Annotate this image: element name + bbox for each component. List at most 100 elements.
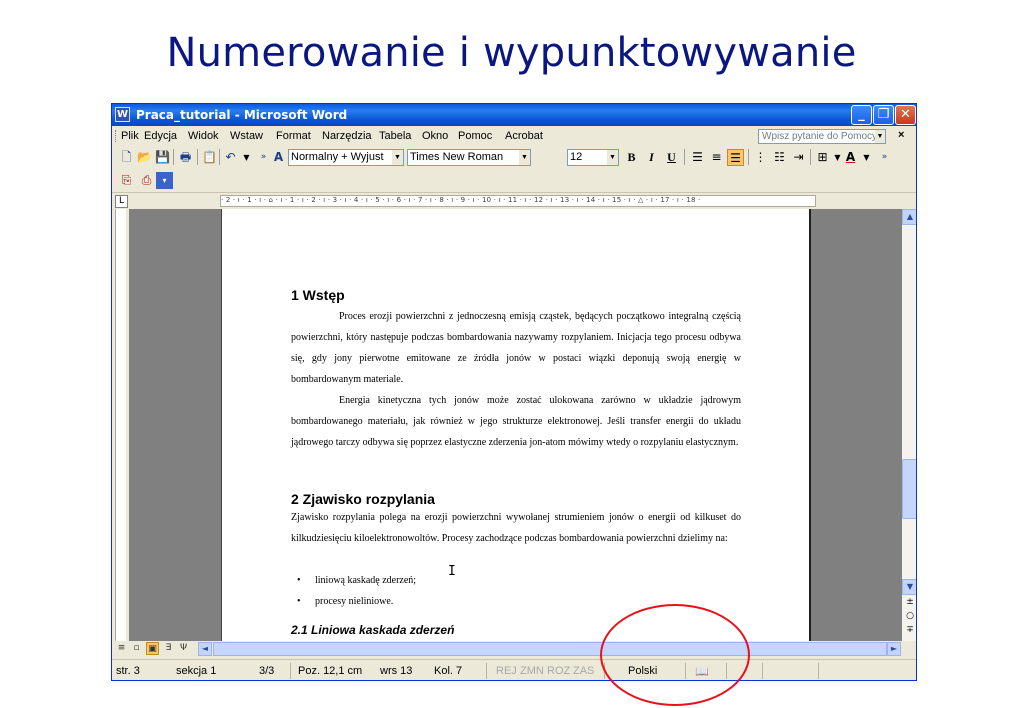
bullet-list: • liniową kaskadę zderzeń; • procesy nieli… xyxy=(297,570,416,612)
print-icon[interactable]: 🖶 xyxy=(177,149,194,166)
menu-wstaw[interactable]: Wstaw xyxy=(230,130,263,142)
vertical-scrollbar[interactable]: ▲ ▼ ± ○ ∓ xyxy=(902,209,916,641)
font-size-dropdown-icon[interactable]: ▼ xyxy=(607,150,618,165)
style-select[interactable]: Normalny + Wyjust ▼ xyxy=(288,149,404,166)
pdf-email-icon[interactable]: ⎙ xyxy=(138,172,155,189)
list-item-text: procesy nieliniowe. xyxy=(315,596,394,607)
font-color-dropdown-icon[interactable]: ▼ xyxy=(858,149,875,166)
horizontal-ruler[interactable]: L · 2 · ı · 1 · ı · ⌂ · ı · 1 · ı · 2 · … xyxy=(112,192,916,209)
font-value: Times New Roman xyxy=(410,151,504,163)
new-document-icon[interactable]: 🗋 xyxy=(118,149,135,166)
list-item: • liniową kaskadę zderzeń; xyxy=(297,570,416,591)
style-dropdown-icon[interactable]: ▼ xyxy=(392,150,403,165)
scroll-right-icon[interactable]: ► xyxy=(887,642,901,656)
increase-indent-icon[interactable]: ⇥ xyxy=(790,149,807,166)
status-record-macro[interactable]: REJ xyxy=(496,665,517,677)
scroll-up-icon[interactable]: ▲ xyxy=(902,209,916,225)
list-item: • procesy nieliniowe. xyxy=(297,591,416,612)
menu-grip[interactable] xyxy=(115,130,117,142)
scroll-down-icon[interactable]: ▼ xyxy=(902,579,916,595)
open-folder-icon[interactable]: 📂 xyxy=(136,149,153,166)
italic-button[interactable]: I xyxy=(643,149,660,166)
outline-view-icon[interactable]: ∃ xyxy=(162,642,175,655)
ruler-scale[interactable]: · 2 · ı · 1 · ı · ⌂ · ı · 1 · ı · 2 · ı … xyxy=(220,195,816,207)
font-select[interactable]: Times New Roman ▼ xyxy=(407,149,531,166)
status-divider xyxy=(290,663,291,679)
align-left-icon[interactable]: ☰ xyxy=(689,149,706,166)
vertical-ruler[interactable] xyxy=(112,209,129,641)
menu-pomoc[interactable]: Pomoc xyxy=(458,130,492,142)
next-page-icon[interactable]: ∓ xyxy=(902,625,916,637)
status-page-count: 3/3 xyxy=(259,665,275,677)
scroll-thumb[interactable] xyxy=(902,459,916,519)
menu-edycja[interactable]: Edycja xyxy=(144,130,177,142)
previous-page-icon[interactable]: ± xyxy=(902,597,916,609)
numbering-icon[interactable]: ⋮ xyxy=(752,149,769,166)
menu-okno[interactable]: Okno xyxy=(422,130,448,142)
close-document-button[interactable]: × xyxy=(898,129,904,141)
paste-icon[interactable]: 📋 xyxy=(201,149,218,166)
document-page[interactable]: 1 Wstęp Proces erozji powierzchni z jedn… xyxy=(221,209,811,641)
convert-to-pdf-icon[interactable]: ⎘ xyxy=(118,172,135,189)
close-button[interactable]: ✕ xyxy=(895,105,916,125)
status-extend[interactable]: ROZ xyxy=(547,665,570,677)
save-icon[interactable]: 💾 xyxy=(154,149,171,166)
bullet-icon: • xyxy=(297,596,301,607)
undo-icon[interactable]: ↶ xyxy=(222,149,239,166)
restore-button[interactable]: ❐ xyxy=(873,105,894,125)
slide-title: Numerowanie i wypunktowywanie xyxy=(166,30,857,76)
font-size-value: 12 xyxy=(570,151,583,163)
title-bar: W Praca_tutorial - Microsoft Word _ ❐ ✕ xyxy=(112,104,916,126)
justify-icon[interactable]: ☰ xyxy=(727,149,744,166)
word-window: W Praca_tutorial - Microsoft Word _ ❐ ✕ … xyxy=(111,103,917,681)
bullets-icon[interactable]: ☷ xyxy=(771,149,788,166)
paragraph-2-text: Zjawisko rozpylania polega na erozji pow… xyxy=(291,512,741,544)
paragraph-1a-text: Proces erozji powierzchni z jednoczesną … xyxy=(291,311,741,385)
style-value: Normalny + Wyjust xyxy=(291,151,384,163)
styles-pane-icon[interactable]: A xyxy=(270,149,287,166)
undo-dropdown-icon[interactable]: ▼ xyxy=(238,149,255,166)
status-page: str. 3 xyxy=(116,665,140,677)
align-center-icon[interactable]: ≡ xyxy=(708,149,725,166)
normal-view-icon[interactable]: ≡ xyxy=(115,642,128,655)
toolbar-separator xyxy=(810,149,811,165)
font-dropdown-icon[interactable]: ▼ xyxy=(519,150,530,165)
menu-plik[interactable]: Plik xyxy=(121,130,139,142)
menu-acrobat[interactable]: Acrobat xyxy=(505,130,543,142)
highlight-circle-annotation xyxy=(600,604,750,706)
underline-button[interactable]: U xyxy=(663,149,680,166)
web-layout-icon[interactable]: ▫ xyxy=(130,642,143,655)
scroll-left-icon[interactable]: ◄ xyxy=(198,642,212,656)
toolbar-separator xyxy=(684,149,685,165)
menu-narzedzia[interactable]: Narzędzia xyxy=(322,130,372,142)
status-overtype[interactable]: ZAS xyxy=(573,665,594,677)
document-workspace: 1 Wstęp Proces erozji powierzchni z jedn… xyxy=(129,209,902,641)
toolbar-separator xyxy=(219,149,220,165)
browse-object-icon[interactable]: ○ xyxy=(902,611,916,623)
toolbar-more-icon[interactable]: » xyxy=(876,149,893,166)
vertical-ruler-scale xyxy=(115,209,126,641)
tab-selector[interactable]: L xyxy=(115,195,128,208)
reading-layout-icon[interactable]: Ψ xyxy=(177,642,190,655)
menu-widok[interactable]: Widok xyxy=(188,130,219,142)
help-dropdown-icon[interactable]: ▼ xyxy=(875,130,885,143)
paragraph-2: Zjawisko rozpylania polega na erozji pow… xyxy=(291,507,741,549)
help-question-input[interactable]: Wpisz pytanie do Pomocy ▼ xyxy=(758,129,886,144)
minimize-button[interactable]: _ xyxy=(851,105,872,125)
font-color-button[interactable]: A xyxy=(842,149,859,166)
toolbar-options-dropdown-icon[interactable]: ▾ xyxy=(156,172,173,189)
toolbar-separator xyxy=(173,149,174,165)
menu-bar: Plik Edycja Widok Wstaw Format Narzędzia… xyxy=(112,126,916,146)
status-column: Kol. 7 xyxy=(434,665,463,677)
print-layout-icon[interactable]: ▣ xyxy=(146,642,159,655)
heading-1-wstep: 1 Wstęp xyxy=(291,287,345,303)
status-track-changes[interactable]: ZMN xyxy=(520,665,544,677)
menu-format[interactable]: Format xyxy=(276,130,311,142)
word-app-icon[interactable]: W xyxy=(115,107,130,122)
status-position: Poz. 12,1 cm xyxy=(298,665,363,677)
horizontal-scrollbar[interactable] xyxy=(213,642,887,656)
menu-tabela[interactable]: Tabela xyxy=(379,130,411,142)
window-title: Praca_tutorial - Microsoft Word xyxy=(136,108,348,122)
bold-button[interactable]: B xyxy=(623,149,640,166)
font-size-select[interactable]: 12 ▼ xyxy=(567,149,619,166)
